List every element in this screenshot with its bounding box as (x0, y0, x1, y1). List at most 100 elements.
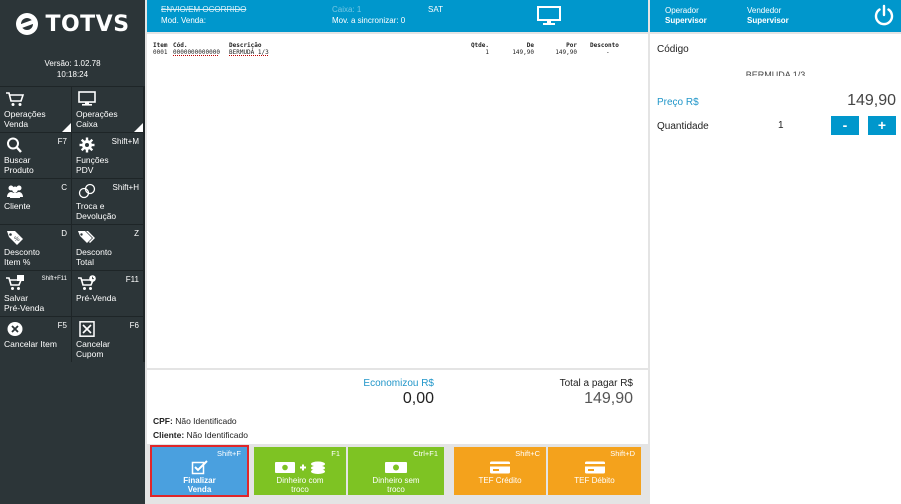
cell-desconto: - (606, 49, 610, 56)
cell-de: 149,90 (512, 49, 534, 56)
desconto-item-button[interactable]: % D Desconto Item % (0, 225, 71, 270)
version-label: Versão: 1.02.78 (44, 59, 101, 68)
shortcut-key: F5 (57, 321, 67, 330)
vendedor-label: Vendedor (747, 6, 782, 15)
pre-venda-button[interactable]: F11 Pré-Venda (72, 271, 143, 316)
cpf-label: CPF: (153, 416, 173, 426)
cart-save-icon (5, 275, 25, 291)
credit-card-icon (454, 459, 546, 475)
function-grid: Operações Venda Operações Caixa F7 Busca… (0, 86, 145, 362)
totvs-logo-icon (16, 13, 39, 35)
cliente-info: Cliente: Não Identificado (153, 430, 248, 440)
vendedor-info: Vendedor Supervisor (747, 6, 789, 26)
desconto-total-label: Desconto Total (76, 247, 112, 267)
cancelar-cupom-button[interactable]: F6 Cancelar Cupom (72, 317, 143, 362)
operador-info: Operador Supervisor (665, 6, 707, 26)
monitor-icon[interactable] (536, 5, 562, 27)
shortcut-key: Shift+D (610, 449, 635, 458)
cash-icon (348, 459, 444, 475)
desconto-total-button[interactable]: Z Desconto Total (72, 225, 143, 270)
shortcut-key: F6 (129, 321, 139, 330)
tag-percent-icon: % (5, 229, 25, 245)
shortcut-key: Shift+C (515, 449, 540, 458)
cpf-info: CPF: Não Identificado (153, 416, 237, 426)
cancelar-cupom-label: Cancelar Cupom (76, 339, 111, 359)
operacoes-caixa-button[interactable]: Operações Caixa (72, 87, 143, 132)
cart-clock-icon (77, 275, 97, 291)
shortcut-key: Ctrl+F1 (413, 449, 438, 458)
salvar-pre-venda-label: Salvar Pré-Venda (4, 293, 45, 313)
brand-name: TOTVS (45, 11, 130, 37)
sat-label: SAT (428, 5, 443, 14)
troca-devolucao-button[interactable]: Shift+H Troca e Devolução (72, 179, 143, 224)
tags-icon (77, 229, 97, 245)
monitor-icon (77, 91, 97, 107)
operacoes-venda-button[interactable]: Operações Venda (0, 87, 71, 132)
dinheiro-sem-troco-label: Dinheiro sem troco (372, 476, 420, 494)
shortcut-key: Shift+M (111, 137, 139, 146)
shortcut-key: F1 (331, 449, 340, 458)
col-qtde: Qtde. (470, 42, 489, 49)
operator-bar: Operador Supervisor Vendedor Supervisor (650, 0, 901, 32)
preco-label: Preço R$ (657, 97, 699, 108)
svg-text:%: % (14, 236, 20, 243)
status-bar: ENVIO/EM OCORRIDO Mod. Venda: Caixa: 1 M… (147, 0, 648, 32)
vendedor-value: Supervisor (747, 16, 789, 25)
cell-cod: 0000000000000 (173, 49, 220, 56)
shortcut-key: D (61, 229, 67, 238)
caixa-label: Caixa: 1 (332, 5, 362, 14)
sidebar: TOTVS Versão: 1.02.78 10:18:24 Operações… (0, 0, 145, 504)
gear-icon (77, 137, 97, 153)
tef-debito-button[interactable]: Shift+D TEF Débito (548, 447, 641, 495)
product-panel: Código BERMUDA 1/3 Preço R$ 149,90 Quant… (650, 34, 901, 504)
status-text: ENVIO/EM OCORRIDO (161, 5, 247, 14)
operador-value: Supervisor (665, 16, 707, 25)
total-label: Total a pagar R$ (559, 378, 633, 389)
quantity-plus-button[interactable]: + (868, 116, 896, 135)
cliente-button[interactable]: C Cliente (0, 179, 71, 224)
cliente-label: Cliente (4, 201, 31, 211)
shortcut-key: Shift+H (112, 183, 139, 192)
operacoes-venda-label: Operações Venda (4, 109, 46, 129)
shortcut-key: C (61, 183, 67, 192)
users-icon (5, 183, 25, 199)
dinheiro-com-troco-label: Dinheiro com troco (276, 476, 324, 494)
col-de: De (526, 42, 534, 49)
funcoes-pdv-label: Funções PDV (76, 155, 109, 175)
dinheiro-com-troco-button[interactable]: F1 Dinheiro com troco (254, 447, 346, 495)
mod-venda-label: Mod. Venda: (161, 16, 206, 25)
quantidade-label: Quantidade (657, 121, 709, 132)
buscar-produto-button[interactable]: F7 Buscar Produto (0, 133, 71, 178)
salvar-pre-venda-button[interactable]: Shift+F11 Salvar Pré-Venda (0, 271, 71, 316)
cancelar-item-button[interactable]: F5 Cancelar Item (0, 317, 71, 362)
economizou-value: 0,00 (402, 390, 434, 407)
finalizar-venda-button[interactable]: Shift+F Finalizar Venda (150, 445, 249, 497)
operacoes-caixa-label: Operações Caixa (76, 109, 118, 129)
shortcut-key: F7 (57, 137, 67, 146)
mov-sync-label: Mov. a sincronizar: 0 (332, 16, 406, 25)
buscar-produto-label: Buscar Produto (4, 155, 34, 175)
cell-qtde: 1 (485, 49, 489, 56)
cart-icon (5, 91, 25, 107)
dinheiro-sem-troco-button[interactable]: Ctrl+F1 Dinheiro sem troco (348, 447, 444, 495)
close-box-icon (77, 321, 97, 337)
cliente-value: Não Identificado (186, 430, 248, 440)
shortcut-key: Z (134, 229, 139, 238)
quantity-minus-button[interactable]: - (831, 116, 859, 135)
quantidade-value: 1 (778, 120, 784, 131)
col-item: Item (153, 42, 168, 49)
items-table: Item Cód. Descrição Qtde. De Por Descont… (147, 34, 648, 368)
close-circle-icon (5, 321, 25, 337)
codigo-label: Código (657, 44, 689, 55)
tef-credito-label: TEF Crédito (478, 476, 522, 485)
totals-panel: Economizou R$ 0,00 Total a pagar R$ 149,… (147, 370, 648, 444)
power-icon[interactable] (872, 4, 896, 28)
search-icon (5, 137, 25, 153)
desconto-item-label: Desconto Item % (4, 247, 40, 267)
debit-card-icon (548, 459, 641, 475)
tef-credito-button[interactable]: Shift+C TEF Crédito (454, 447, 546, 495)
col-desc: Descrição (229, 42, 262, 49)
product-description: BERMUDA 1/3 (745, 70, 806, 76)
preco-value: 149,90 (847, 92, 896, 109)
funcoes-pdv-button[interactable]: Shift+M Funções PDV (72, 133, 143, 178)
